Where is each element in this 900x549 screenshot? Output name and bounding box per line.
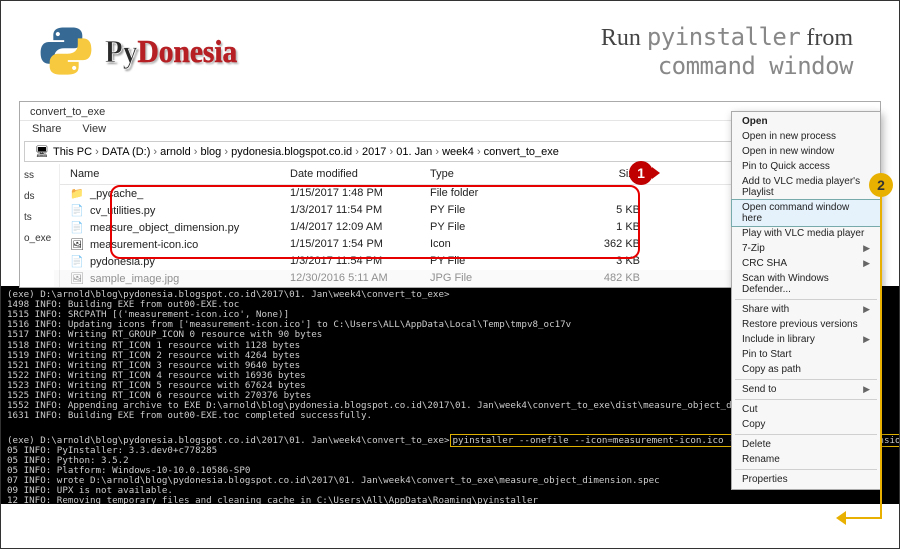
breadcrumb-path[interactable]: This PCDATA (D:)arnoldblogpydonesia.blog… xyxy=(53,146,559,158)
breadcrumb-icon: 🖥 xyxy=(35,145,49,158)
col-date[interactable]: Date modified xyxy=(290,168,430,180)
chevron-right-icon: ▶ xyxy=(863,243,870,254)
context-menu-item[interactable]: Open xyxy=(732,114,880,129)
breadcrumb-segment[interactable]: arnold xyxy=(160,146,200,158)
context-menu-item[interactable]: Pin to Start xyxy=(732,347,880,362)
callout-connector-v xyxy=(880,197,882,517)
sidebar-item[interactable]: ss xyxy=(24,170,55,181)
context-menu-item[interactable]: Send to▶ xyxy=(732,382,880,397)
context-menu-item[interactable]: Rename xyxy=(732,452,880,467)
context-menu-item[interactable]: Pin to Quick access xyxy=(732,159,880,174)
breadcrumb-segment[interactable]: This PC xyxy=(53,146,102,158)
context-menu-item[interactable]: CRC SHA▶ xyxy=(732,256,880,271)
callout-2: 2 xyxy=(869,173,893,197)
context-menu-item[interactable]: Properties xyxy=(732,472,880,487)
file-icon: 🖼 xyxy=(70,272,86,285)
title-prefix: Run xyxy=(601,25,647,51)
context-menu-item[interactable]: Add to VLC media player's Playlist xyxy=(732,174,880,200)
col-name[interactable]: Name xyxy=(70,168,290,180)
file-icon: 📄 xyxy=(70,255,86,268)
context-menu-item[interactable]: Restore previous versions xyxy=(732,317,880,332)
callout-connector-h xyxy=(842,517,882,519)
callout-2-label: 2 xyxy=(877,177,885,193)
sidebar-item[interactable]: ts xyxy=(24,212,55,223)
file-icon: 📁 xyxy=(70,187,86,200)
context-menu-item[interactable]: Copy as path xyxy=(732,362,880,377)
breadcrumb-segment[interactable]: 01. Jan xyxy=(396,146,442,158)
col-size[interactable]: Size xyxy=(540,168,640,180)
menu-view[interactable]: View xyxy=(82,123,106,135)
logo-text: PyDonesia xyxy=(105,33,237,70)
chevron-right-icon: ▶ xyxy=(863,258,870,269)
callout-1-label: 1 xyxy=(637,165,645,181)
explorer-sidebar[interactable]: ss ds ts o_exe xyxy=(20,164,60,287)
callout-1: 1 xyxy=(629,161,653,185)
menu-share[interactable]: Share xyxy=(32,123,61,135)
breadcrumb-segment[interactable]: week4 xyxy=(442,146,484,158)
menu-separator xyxy=(735,434,877,435)
context-menu-item[interactable]: Delete xyxy=(732,437,880,452)
breadcrumb-segment[interactable]: 2017 xyxy=(362,146,396,158)
breadcrumb-segment[interactable]: blog xyxy=(201,146,232,158)
chevron-right-icon: ▶ xyxy=(863,304,870,315)
context-menu-item[interactable]: Copy xyxy=(732,417,880,432)
python-logo-icon xyxy=(37,22,95,80)
breadcrumb-segment[interactable]: DATA (D:) xyxy=(102,146,160,158)
sidebar-item[interactable]: ds xyxy=(24,191,55,202)
context-menu-item[interactable]: Open in new window xyxy=(732,144,880,159)
context-menu-item[interactable]: 7-Zip▶ xyxy=(732,241,880,256)
file-icon: 📄 xyxy=(70,221,86,234)
menu-separator xyxy=(735,469,877,470)
context-menu-item[interactable]: Share with▶ xyxy=(732,302,880,317)
logo-text-py: Py xyxy=(105,33,138,69)
context-menu: OpenOpen in new processOpen in new windo… xyxy=(731,111,881,490)
context-menu-item[interactable]: Open in new process xyxy=(732,129,880,144)
title-mid: from xyxy=(800,25,853,51)
window-title: convert_to_exe xyxy=(30,106,105,118)
file-icon: 🖼 xyxy=(70,238,86,251)
slide-header: PyDonesia Run pyinstaller from command w… xyxy=(1,1,899,101)
menu-separator xyxy=(735,379,877,380)
callout-arrowhead-icon xyxy=(836,511,846,525)
title-mono2: command window xyxy=(601,52,853,80)
context-menu-item[interactable]: Play with VLC media player xyxy=(732,226,880,241)
col-type[interactable]: Type xyxy=(430,168,540,180)
context-menu-item[interactable]: Cut xyxy=(732,402,880,417)
chevron-right-icon: ▶ xyxy=(863,384,870,395)
file-icon: 📄 xyxy=(70,204,86,217)
logo: PyDonesia xyxy=(37,22,243,80)
breadcrumb-segment[interactable]: convert_to_exe xyxy=(484,146,559,158)
context-menu-item[interactable]: Include in library▶ xyxy=(732,332,880,347)
context-menu-item[interactable]: Open command window here xyxy=(732,200,880,226)
menu-separator xyxy=(735,399,877,400)
menu-separator xyxy=(735,299,877,300)
slide-title: Run pyinstaller from command window xyxy=(601,23,863,80)
sidebar-item[interactable]: o_exe xyxy=(24,233,55,244)
title-mono1: pyinstaller xyxy=(647,23,800,51)
chevron-right-icon: ▶ xyxy=(863,334,870,345)
context-menu-item[interactable]: Scan with Windows Defender... xyxy=(732,271,880,297)
logo-text-donesia: Donesia xyxy=(137,33,237,69)
breadcrumb-segment[interactable]: pydonesia.blogspot.co.id xyxy=(231,146,362,158)
